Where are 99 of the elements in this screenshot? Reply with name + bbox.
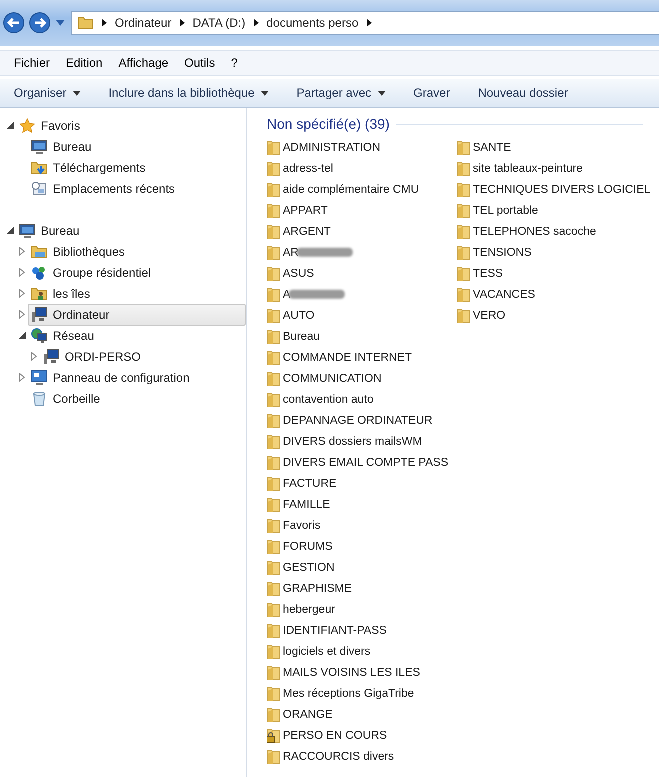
control-panel-icon xyxy=(31,370,48,386)
menu-item[interactable]: Affichage xyxy=(110,56,177,70)
folder-item[interactable]: VERO xyxy=(457,305,659,326)
menu-item[interactable]: Edition xyxy=(58,56,111,70)
chevron-icon[interactable] xyxy=(102,19,107,27)
folder-item[interactable]: TESS xyxy=(457,263,659,284)
menu-item[interactable]: ? xyxy=(223,56,246,70)
collapsed-arrow-icon[interactable] xyxy=(19,268,25,277)
breadcrumb-segment[interactable]: DATA (D:) xyxy=(192,16,246,30)
homegroup-icon xyxy=(31,264,48,280)
forward-button[interactable] xyxy=(28,11,52,35)
menu-item[interactable]: Outils xyxy=(176,56,224,70)
breadcrumb-segment[interactable]: Ordinateur xyxy=(115,16,172,30)
collapsed-arrow-icon[interactable] xyxy=(19,310,25,319)
folder-item[interactable]: AR xyxy=(267,242,457,263)
toolbar-button[interactable]: Graver xyxy=(406,84,458,102)
folder-item[interactable]: PERSO EN COURS xyxy=(267,725,457,746)
folder-item[interactable]: IDENTIFIANT-PASS xyxy=(267,620,457,641)
folder-item[interactable]: FORUMS xyxy=(267,536,457,557)
folder-item[interactable]: TECHNIQUES DIVERS LOGICIEL xyxy=(457,179,659,200)
folder-item[interactable]: TEL portable xyxy=(457,200,659,221)
navigation-item[interactable]: Corbeille xyxy=(28,388,246,410)
folder-item[interactable]: RACCOURCIS divers xyxy=(267,746,457,767)
folder-item[interactable]: aide complémentaire CMU xyxy=(267,179,457,200)
folder-item[interactable]: Mes réceptions GigaTribe xyxy=(267,683,457,704)
history-dropdown-icon[interactable] xyxy=(56,20,65,26)
folder-item[interactable]: COMMUNICATION xyxy=(267,368,457,389)
navigation-item[interactable]: Téléchargements xyxy=(28,156,246,178)
folder-item[interactable]: MAILS VOISINS LES ILES xyxy=(267,662,457,683)
folder-item[interactable]: ARGENT xyxy=(267,221,457,242)
folder-item[interactable]: GESTION xyxy=(267,557,457,578)
library-icon xyxy=(31,244,48,260)
navigation-item[interactable]: Bureau xyxy=(28,136,246,158)
network-icon xyxy=(31,328,48,344)
navigation-item[interactable]: ORDI-PERSO xyxy=(40,346,246,368)
folder-item[interactable]: ADMINISTRATION xyxy=(267,137,457,158)
expanded-arrow-icon[interactable] xyxy=(6,227,14,234)
navigation-item[interactable]: Bureau xyxy=(16,220,246,242)
toolbar-button[interactable]: Nouveau dossier xyxy=(470,84,576,102)
collapsed-arrow-icon[interactable] xyxy=(19,373,25,382)
user-folder-icon xyxy=(31,286,48,302)
navigation-item[interactable]: Bibliothèques xyxy=(28,240,246,262)
toolbar-button[interactable]: Inclure dans la bibliothèque xyxy=(100,84,277,102)
recycle-bin-icon xyxy=(31,390,48,406)
download-folder-icon xyxy=(31,160,48,176)
chevron-icon[interactable] xyxy=(254,19,259,27)
toolbar-button[interactable]: Partager avec xyxy=(288,84,394,102)
menu-item[interactable]: Fichier xyxy=(6,56,58,70)
navigation-item[interactable]: Réseau xyxy=(28,324,246,346)
folder-item[interactable]: DIVERS EMAIL COMPTE PASS xyxy=(267,452,457,473)
navigation-item[interactable]: Panneau de configuration xyxy=(28,366,246,388)
group-header[interactable]: Non spécifié(e) (39) xyxy=(267,116,390,132)
folder-item[interactable]: FACTURE xyxy=(267,473,457,494)
monitor-icon xyxy=(19,222,36,238)
folder-item[interactable]: ORANGE xyxy=(267,704,457,725)
folder-item[interactable]: GRAPHISME xyxy=(267,578,457,599)
chevron-icon[interactable] xyxy=(180,19,185,27)
folder-item[interactable]: VACANCES xyxy=(457,284,659,305)
chevron-icon[interactable] xyxy=(366,19,372,27)
toolbar-button[interactable]: Organiser xyxy=(6,84,89,102)
folder-item[interactable]: adress-tel xyxy=(267,158,457,179)
monitor-icon xyxy=(31,138,48,154)
breadcrumb-segment[interactable]: documents perso xyxy=(266,16,359,30)
folder-item[interactable]: DIVERS dossiers mailsWM xyxy=(267,431,457,452)
collapsed-arrow-icon[interactable] xyxy=(19,247,25,256)
folder-item[interactable]: ASUS xyxy=(267,263,457,284)
navigation-item[interactable]: Emplacements récents xyxy=(28,178,246,200)
expanded-arrow-icon[interactable] xyxy=(18,332,26,339)
folder-item[interactable]: Favoris xyxy=(267,515,457,536)
folder-item[interactable]: hebergeur xyxy=(267,599,457,620)
navigation-item[interactable]: Groupe résidentiel xyxy=(28,262,246,284)
navigation-item[interactable]: les îles xyxy=(28,282,246,304)
recent-places-icon xyxy=(31,180,48,196)
back-button[interactable] xyxy=(2,11,26,35)
folder-item[interactable]: A xyxy=(267,284,457,305)
folder-item[interactable]: TENSIONS xyxy=(457,242,659,263)
folder-item[interactable]: COMMANDE INTERNET xyxy=(267,347,457,368)
computer-icon xyxy=(31,306,48,322)
folder-item[interactable]: AUTO xyxy=(267,305,457,326)
folder-item[interactable]: APPART xyxy=(267,200,457,221)
navigation-item[interactable]: Ordinateur xyxy=(28,304,246,326)
collapsed-arrow-icon[interactable] xyxy=(31,352,37,361)
redaction-mark xyxy=(296,248,353,257)
expanded-arrow-icon[interactable] xyxy=(6,122,14,129)
computer-icon xyxy=(43,348,60,364)
star-icon xyxy=(19,118,36,134)
folder-item[interactable]: contavention auto xyxy=(267,389,457,410)
navigation-item[interactable]: Favoris xyxy=(16,114,246,136)
folder-item[interactable]: FAMILLE xyxy=(267,494,457,515)
folder-item[interactable]: DEPANNAGE ORDINATEUR xyxy=(267,410,457,431)
folder-icon xyxy=(78,16,94,30)
folder-item[interactable]: SANTE xyxy=(457,137,659,158)
folder-item[interactable]: logiciels et divers xyxy=(267,641,457,662)
folder-item[interactable]: TELEPHONES sacoche xyxy=(457,221,659,242)
address-field[interactable]: Ordinateur DATA (D:) documents perso xyxy=(71,11,659,35)
folder-item[interactable]: Bureau xyxy=(267,326,457,347)
redaction-mark xyxy=(288,290,345,299)
folder-item[interactable]: site tableaux-peinture xyxy=(457,158,659,179)
collapsed-arrow-icon[interactable] xyxy=(19,289,25,298)
